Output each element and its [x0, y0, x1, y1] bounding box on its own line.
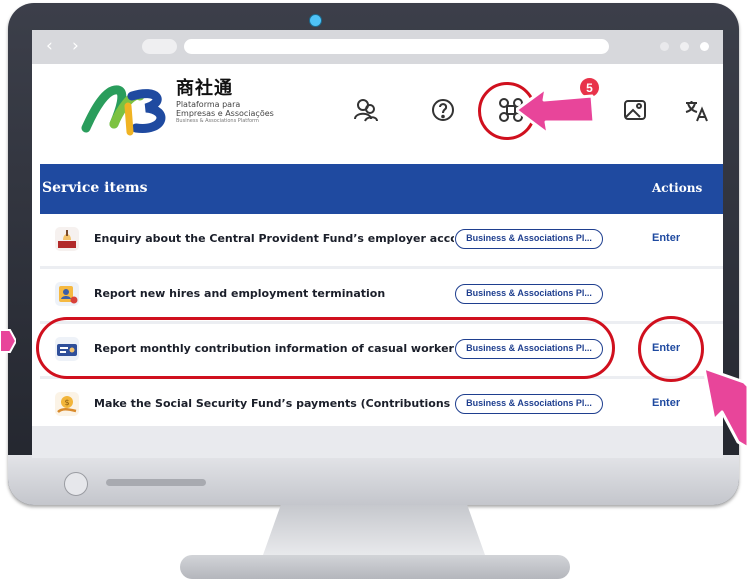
- logo-title: 商社通: [176, 78, 233, 99]
- window-maximize-icon[interactable]: [680, 42, 689, 51]
- arrow-pointer-icon: [0, 329, 16, 353]
- platform-tag[interactable]: Business & Associations Pl...: [455, 229, 603, 249]
- enter-link[interactable]: Enter: [652, 397, 680, 409]
- address-bar[interactable]: [184, 39, 609, 54]
- power-button: [64, 472, 88, 496]
- translate-icon[interactable]: [680, 94, 712, 126]
- app-header: 商社通 Plataforma para Empresas e Associaçõ…: [32, 64, 723, 160]
- browser-tab[interactable]: [142, 39, 177, 54]
- screen: ‹ › 商社通 Plataforma para Empresas e Assoc…: [32, 30, 723, 458]
- logo-subtitle-en: Business & Associations Platform: [176, 118, 259, 124]
- arrow-pointer-icon: [702, 366, 748, 448]
- row-highlight-outline: [36, 317, 615, 379]
- platform-tag[interactable]: Business & Associations Pl...: [455, 394, 603, 414]
- speaker-grille: [106, 479, 206, 486]
- monitor-chin: [8, 455, 739, 505]
- employment-report-icon: [55, 282, 79, 306]
- row-title: Make the Social Security Fund’s payments…: [94, 397, 454, 410]
- window-close-icon[interactable]: [700, 42, 709, 51]
- header-service-items: Service items: [42, 180, 148, 196]
- table-header: Service items Actions: [40, 164, 723, 214]
- page-footer-band: [32, 426, 723, 458]
- monitor-stand-neck: [263, 505, 485, 555]
- header-actions: Actions: [652, 181, 703, 195]
- table-row[interactable]: Enquiry about the Central Provident Fund…: [40, 214, 723, 269]
- enter-link[interactable]: Enter: [652, 232, 680, 244]
- logo-subtitle-pt-2: Empresas e Associações: [176, 109, 274, 118]
- ssf-payment-icon: $: [55, 392, 79, 416]
- table-row[interactable]: Report new hires and employment terminat…: [40, 269, 723, 324]
- browser-toolbar: ‹ ›: [32, 30, 723, 64]
- row-title: Report new hires and employment terminat…: [94, 287, 386, 300]
- logo-subtitle-pt-1: Plataforma para: [176, 100, 241, 109]
- enter-highlight-circle: [638, 316, 704, 382]
- camera-icon: [309, 14, 322, 27]
- logo-text: 商社通 Plataforma para Empresas e Associaçõ…: [176, 78, 274, 125]
- chevron-right-icon[interactable]: ›: [72, 37, 79, 55]
- svg-text:$: $: [64, 398, 69, 407]
- cpf-account-icon: [55, 227, 79, 251]
- monitor-stand-base: [180, 555, 570, 579]
- logo-mark-icon[interactable]: [80, 80, 172, 136]
- chevron-left-icon[interactable]: ‹: [46, 37, 53, 55]
- image-icon[interactable]: [619, 94, 651, 126]
- platform-tag[interactable]: Business & Associations Pl...: [455, 284, 603, 304]
- arrow-pointer-icon: [516, 86, 596, 136]
- row-title: Enquiry about the Central Provident Fund…: [94, 232, 454, 245]
- window-minimize-icon[interactable]: [660, 42, 669, 51]
- help-icon[interactable]: [427, 94, 459, 126]
- user-switch-icon[interactable]: [350, 94, 382, 126]
- service-table: Service items Actions Enquiry about the …: [40, 164, 723, 434]
